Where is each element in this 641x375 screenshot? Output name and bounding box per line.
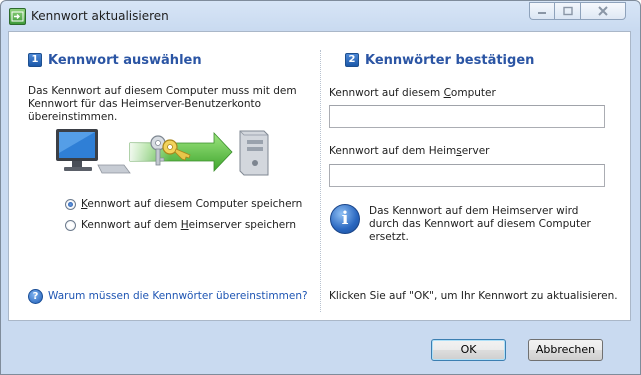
help-row[interactable]: ? Warum müssen die Kennwörter übereinsti… xyxy=(28,288,308,304)
radio-label-computer: Kennwort auf diesem Computer speichern xyxy=(81,198,303,210)
description-text: Das Kennwort auf diesem Computer muss mi… xyxy=(28,85,297,123)
maximize-icon xyxy=(562,6,573,16)
step-1-title: Kennwort auswählen xyxy=(48,52,202,68)
minimize-button[interactable] xyxy=(529,2,554,20)
help-link[interactable]: Warum müssen die Kennwörter übereinstimm… xyxy=(48,290,308,302)
radio-save-on-computer[interactable]: Kennwort auf diesem Computer speichern xyxy=(65,196,302,212)
step-1-header: 1 Kennwort auswählen xyxy=(28,50,202,70)
sync-illustration xyxy=(56,129,269,176)
column-divider xyxy=(320,50,321,312)
server-icon xyxy=(239,130,269,176)
window-title: Kennwort aktualisieren xyxy=(31,9,169,23)
close-button[interactable] xyxy=(580,2,626,20)
computer-password-label: Kennwort auf diesem Computer xyxy=(329,87,496,99)
instruction-text: Klicken Sie auf "OK", um Ihr Kennwort zu… xyxy=(329,290,618,302)
radio-button-unchecked[interactable] xyxy=(65,219,76,231)
step-2-header: 2 Kennwörter bestätigen xyxy=(345,50,534,70)
maximize-button[interactable] xyxy=(554,2,580,20)
close-icon xyxy=(598,6,608,16)
computer-password-input[interactable] xyxy=(329,105,605,128)
ok-button[interactable]: OK xyxy=(431,339,506,361)
homeserver-password-input[interactable] xyxy=(329,164,605,187)
dialog-window: Kennwort aktualisieren 1 Kennwort auswäh… xyxy=(0,0,641,375)
info-text: Das Kennwort auf dem Heimserver wird dur… xyxy=(369,205,591,243)
step-2-title: Kennwörter bestätigen xyxy=(365,52,535,68)
info-icon: i xyxy=(330,204,360,234)
cancel-button[interactable]: Abbrechen xyxy=(528,339,603,361)
app-icon xyxy=(9,8,26,25)
minimize-icon xyxy=(538,12,546,14)
computer-icon xyxy=(56,129,131,174)
radio-button-checked[interactable] xyxy=(65,198,76,210)
step-1-number: 1 xyxy=(28,53,42,67)
dialog-content: 1 Kennwort auswählen Das Kennwort auf di… xyxy=(8,31,631,321)
help-icon[interactable]: ? xyxy=(28,288,43,304)
radio-label-homeserver: Kennwort auf dem Heimserver speichern xyxy=(81,219,297,231)
radio-save-on-homeserver[interactable]: Kennwort auf dem Heimserver speichern xyxy=(65,217,296,233)
homeserver-password-label: Kennwort auf dem Heimserver xyxy=(329,145,490,157)
step-2-number: 2 xyxy=(345,53,359,67)
title-bar[interactable]: Kennwort aktualisieren xyxy=(1,1,640,31)
